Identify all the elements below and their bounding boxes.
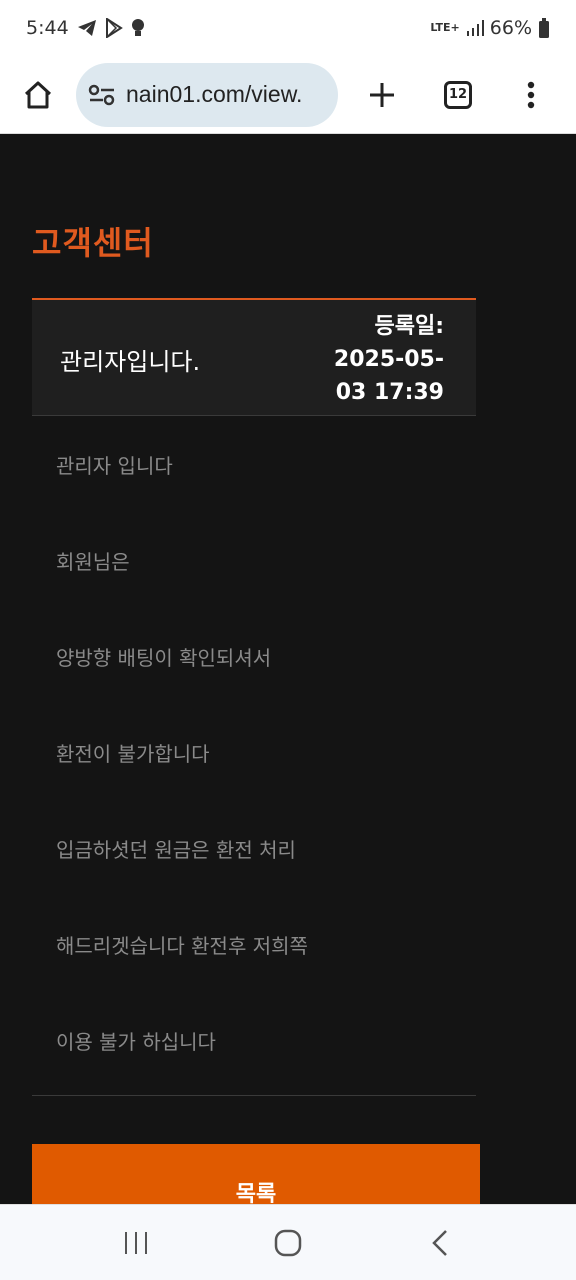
status-left: 5:44 (26, 17, 145, 39)
signal-icon (466, 20, 484, 36)
date-label: 등록일: (374, 314, 444, 339)
address-bar[interactable]: nain01.com/view. (76, 62, 338, 127)
home-circle-icon (274, 1229, 302, 1256)
back-icon (432, 1229, 447, 1256)
body-line: 입금하셧던 원금은 환전 처리 (56, 838, 296, 862)
battery-percent: 66% (489, 17, 532, 39)
tab-switcher-button[interactable]: 12 (420, 63, 496, 127)
home-nav-button[interactable] (248, 1213, 328, 1273)
site-settings-icon[interactable] (88, 83, 116, 107)
post-date: 등록일: 2025-05- 03 17:39 (324, 310, 444, 409)
divider (32, 1095, 476, 1096)
body-line: 양방향 배팅이 확인되셔서 (56, 646, 272, 670)
play-store-icon (105, 18, 123, 38)
page-content: 고객센터 관리자입니다. 등록일: 2025-05- 03 17:39 관리자 … (0, 134, 576, 1204)
network-type: LTE+ (430, 21, 460, 34)
battery-icon (538, 18, 550, 38)
back-button[interactable] (400, 1213, 480, 1273)
post-body: 관리자 입니다 회원님은 양방향 배팅이 확인되셔서 환전이 불가합니다 입금하… (56, 434, 476, 1106)
lightbulb-icon (131, 18, 145, 38)
recent-apps-button[interactable] (96, 1213, 176, 1273)
status-right: LTE+ 66% (430, 17, 550, 39)
body-line: 관리자 입니다 (56, 454, 173, 478)
body-line: 회원님은 (56, 550, 130, 574)
more-menu-button[interactable] (496, 63, 566, 127)
recent-apps-icon (125, 1231, 147, 1254)
browser-toolbar: nain01.com/view. 12 (0, 56, 576, 134)
home-icon (24, 81, 52, 108)
body-line: 이용 불가 하십니다 (56, 1030, 216, 1054)
date-value-line2: 03 17:39 (335, 380, 444, 405)
status-bar: 5:44 LTE+ 66% (0, 0, 576, 56)
telegram-icon (77, 19, 97, 37)
url-text[interactable]: nain01.com/view. (126, 81, 302, 108)
list-button[interactable]: 목록 (32, 1144, 480, 1204)
body-line: 해드리겟습니다 환전후 저희쪽 (56, 934, 308, 958)
page-title: 고객센터 (32, 224, 154, 262)
post-title: 관리자입니다. (60, 348, 201, 376)
system-nav-bar (0, 1204, 576, 1280)
plus-icon (370, 82, 394, 107)
home-button[interactable] (0, 63, 76, 127)
body-line: 환전이 불가합니다 (56, 742, 210, 766)
new-tab-button[interactable] (344, 63, 420, 127)
status-time: 5:44 (26, 17, 69, 39)
tab-switcher-icon: 12 (444, 80, 472, 109)
more-vert-icon (527, 81, 535, 108)
post-header: 관리자입니다. 등록일: 2025-05- 03 17:39 (32, 298, 476, 416)
date-value-line1: 2025-05- (333, 347, 444, 372)
